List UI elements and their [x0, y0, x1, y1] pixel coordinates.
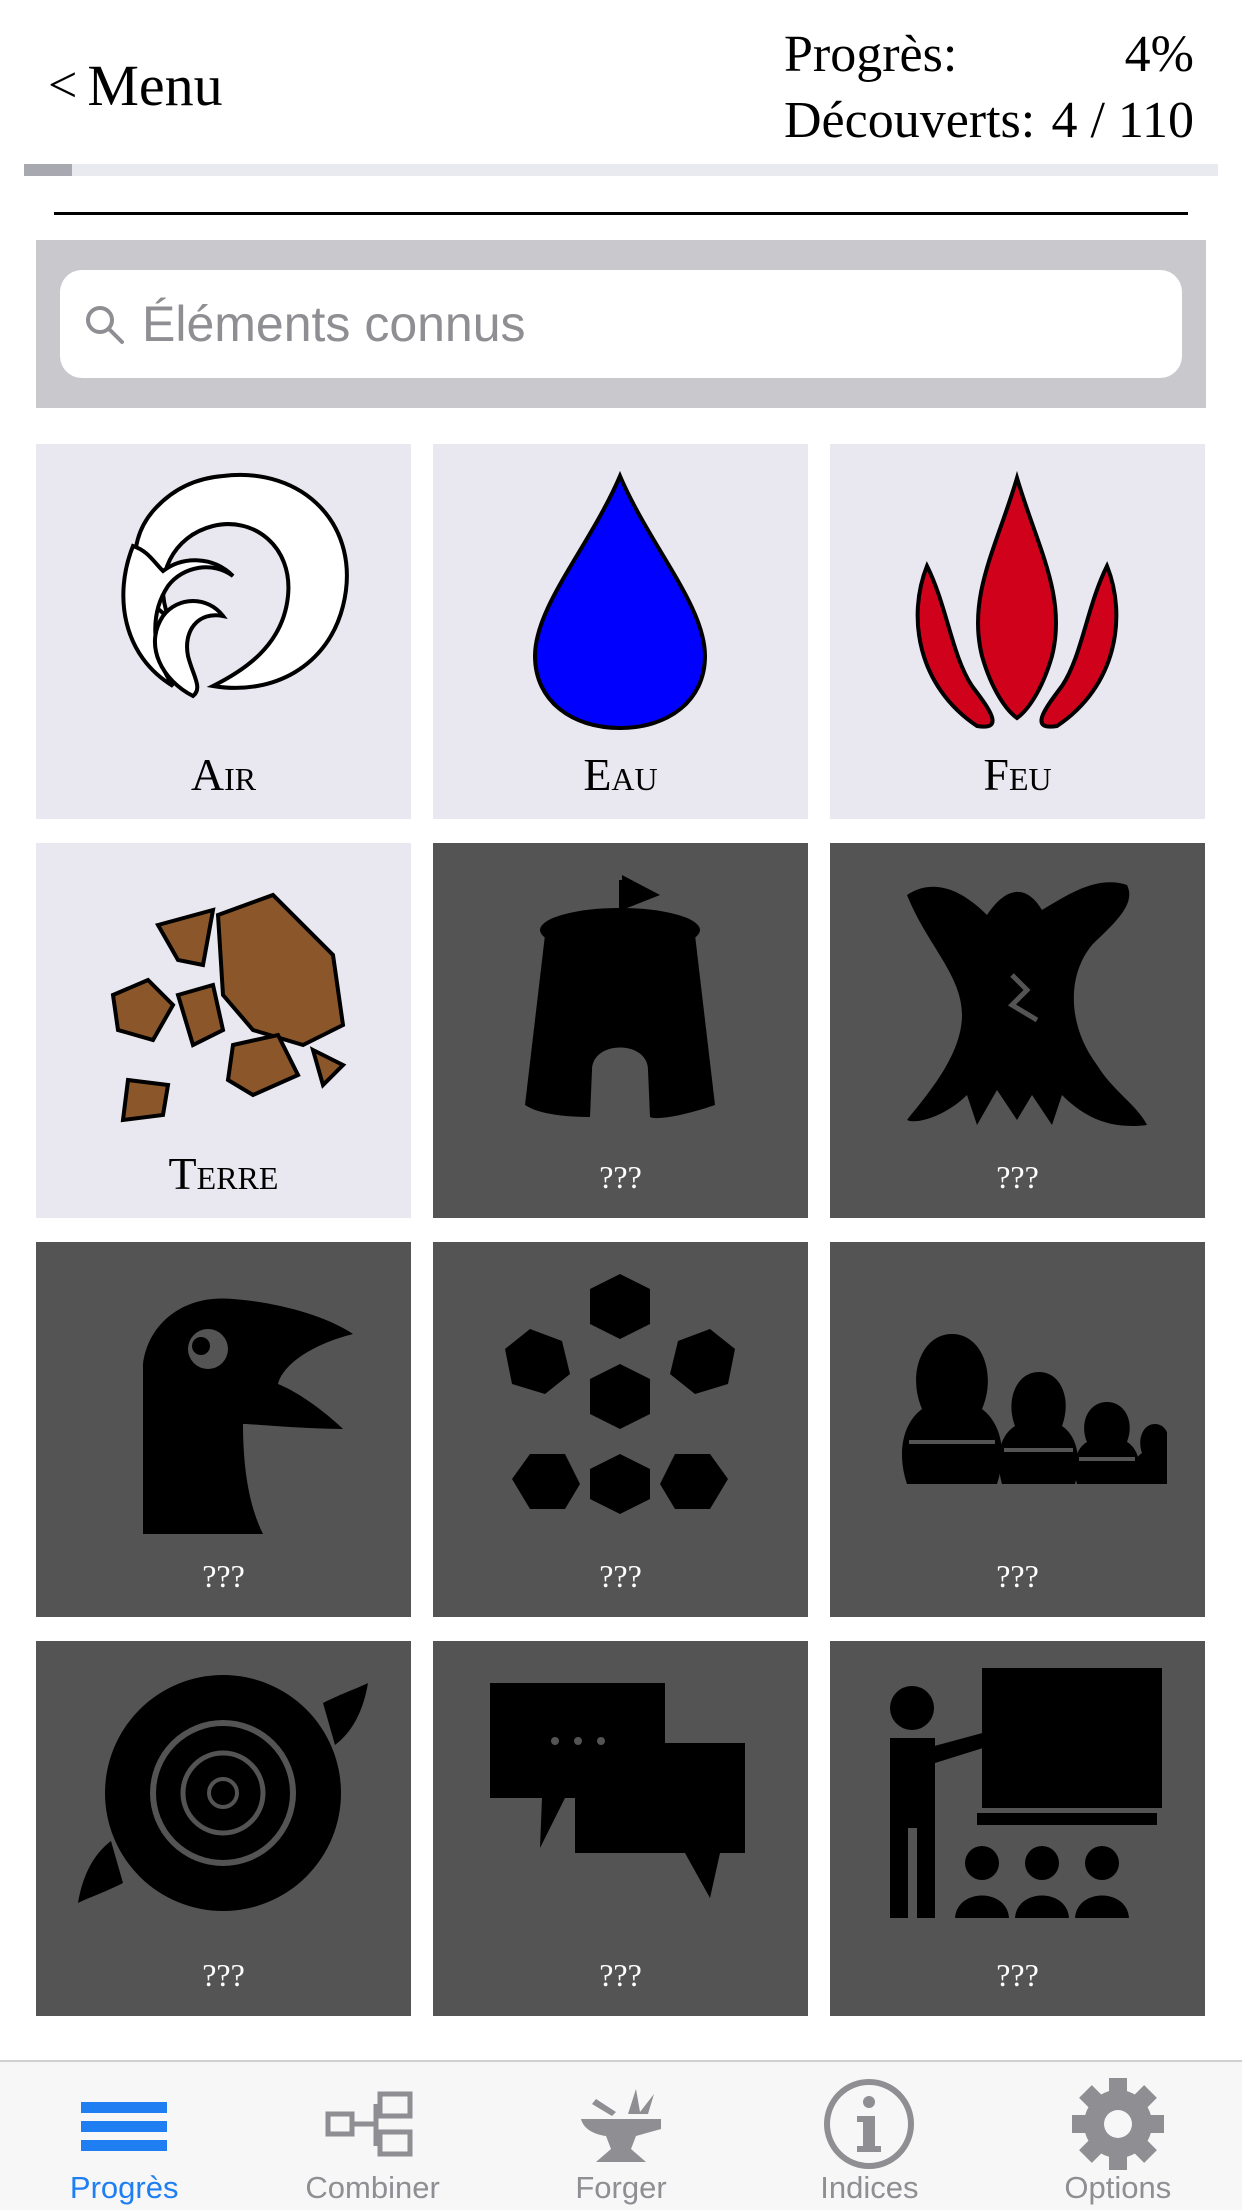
search-field[interactable] — [60, 270, 1182, 378]
snowflake-icon — [505, 1274, 735, 1514]
castle-tower-icon — [525, 875, 715, 1119]
element-tile-locked[interactable]: ??? — [433, 1242, 808, 1617]
element-tile-locked[interactable]: ??? — [830, 843, 1205, 1218]
element-tile-locked[interactable]: ??? — [36, 1242, 411, 1617]
search-icon — [86, 306, 124, 344]
teacher-board-icon — [890, 1668, 1162, 1918]
tab-forger[interactable]: Forger — [497, 2062, 745, 2210]
discovered-value: 4 / 110 — [1051, 92, 1194, 149]
element-label: ??? — [202, 1957, 245, 1993]
search-bar — [36, 240, 1206, 408]
element-label: ??? — [996, 1558, 1039, 1594]
element-tile-air[interactable]: Air — [36, 444, 411, 819]
bird-head-icon — [143, 1298, 353, 1534]
tab-label: Combiner — [305, 2170, 440, 2205]
element-label: ??? — [599, 1159, 642, 1195]
speech-bubbles-icon — [490, 1683, 745, 1898]
back-button[interactable]: < Menu — [48, 52, 223, 119]
tab-label: Options — [1064, 2170, 1172, 2205]
element-tile-eau[interactable]: Eau — [433, 444, 808, 819]
element-label: Air — [190, 749, 257, 800]
info-icon — [824, 2079, 915, 2169]
gear-icon — [1071, 2078, 1164, 2170]
element-label: Feu — [983, 749, 1052, 800]
elements-grid: Air Eau Feu Terre ??? ??? ??? ??? ??? ??… — [36, 444, 1206, 2016]
discovered-label: Découverts: — [784, 92, 1036, 149]
element-tile-locked[interactable]: ??? — [433, 843, 808, 1218]
element-label: ??? — [996, 1957, 1039, 1993]
anvil-icon — [581, 2089, 662, 2162]
element-tile-locked[interactable]: ??? — [433, 1641, 808, 2016]
element-tile-locked[interactable]: ??? — [36, 1641, 411, 2016]
search-input[interactable] — [140, 294, 1124, 354]
hurricane-icon — [78, 1675, 368, 1911]
element-tile-locked[interactable]: ??? — [830, 1242, 1205, 1617]
header-divider — [54, 212, 1188, 215]
element-tile-locked[interactable]: ??? — [830, 1641, 1205, 2016]
element-label: Eau — [583, 749, 658, 800]
element-tile-feu[interactable]: Feu — [830, 444, 1205, 819]
combine-icon — [325, 2091, 413, 2157]
progress-bar-fill — [24, 164, 72, 176]
progress-label: Progrès: — [784, 26, 958, 83]
tree-trunk-icon — [907, 882, 1147, 1126]
nesting-dolls-icon — [902, 1334, 1167, 1484]
element-label: ??? — [599, 1957, 642, 1993]
tab-indices[interactable]: Indices — [745, 2062, 993, 2210]
tab-options[interactable]: Options — [994, 2062, 1242, 2210]
element-label: ??? — [996, 1159, 1039, 1195]
progress-stats: Progrès: 4% Découverts: 4 / 110 — [784, 22, 1194, 154]
tab-combiner[interactable]: Combiner — [248, 2062, 496, 2210]
element-label: ??? — [202, 1558, 245, 1594]
tab-label: Progrès — [69, 2170, 179, 2205]
tab-label: Forger — [575, 2170, 667, 2205]
air-swirl-icon — [121, 472, 349, 699]
element-tile-terre[interactable]: Terre — [36, 843, 411, 1218]
progress-bar — [24, 164, 1218, 176]
water-drop-icon — [532, 470, 708, 731]
element-label: ??? — [599, 1558, 642, 1594]
back-label: Menu — [87, 53, 223, 118]
earth-rocks-icon — [110, 892, 347, 1123]
element-label: Terre — [168, 1148, 279, 1199]
tab-progres[interactable]: Progrès — [0, 2062, 248, 2210]
fire-flame-icon — [915, 470, 1119, 729]
progress-value: 4% — [1124, 26, 1194, 83]
tab-label: Indices — [820, 2170, 919, 2205]
back-chevron-icon: < — [48, 56, 78, 114]
list-icon — [81, 2102, 168, 2151]
tab-bar: Progrès Combiner Forger Indices Options — [0, 2060, 1242, 2210]
